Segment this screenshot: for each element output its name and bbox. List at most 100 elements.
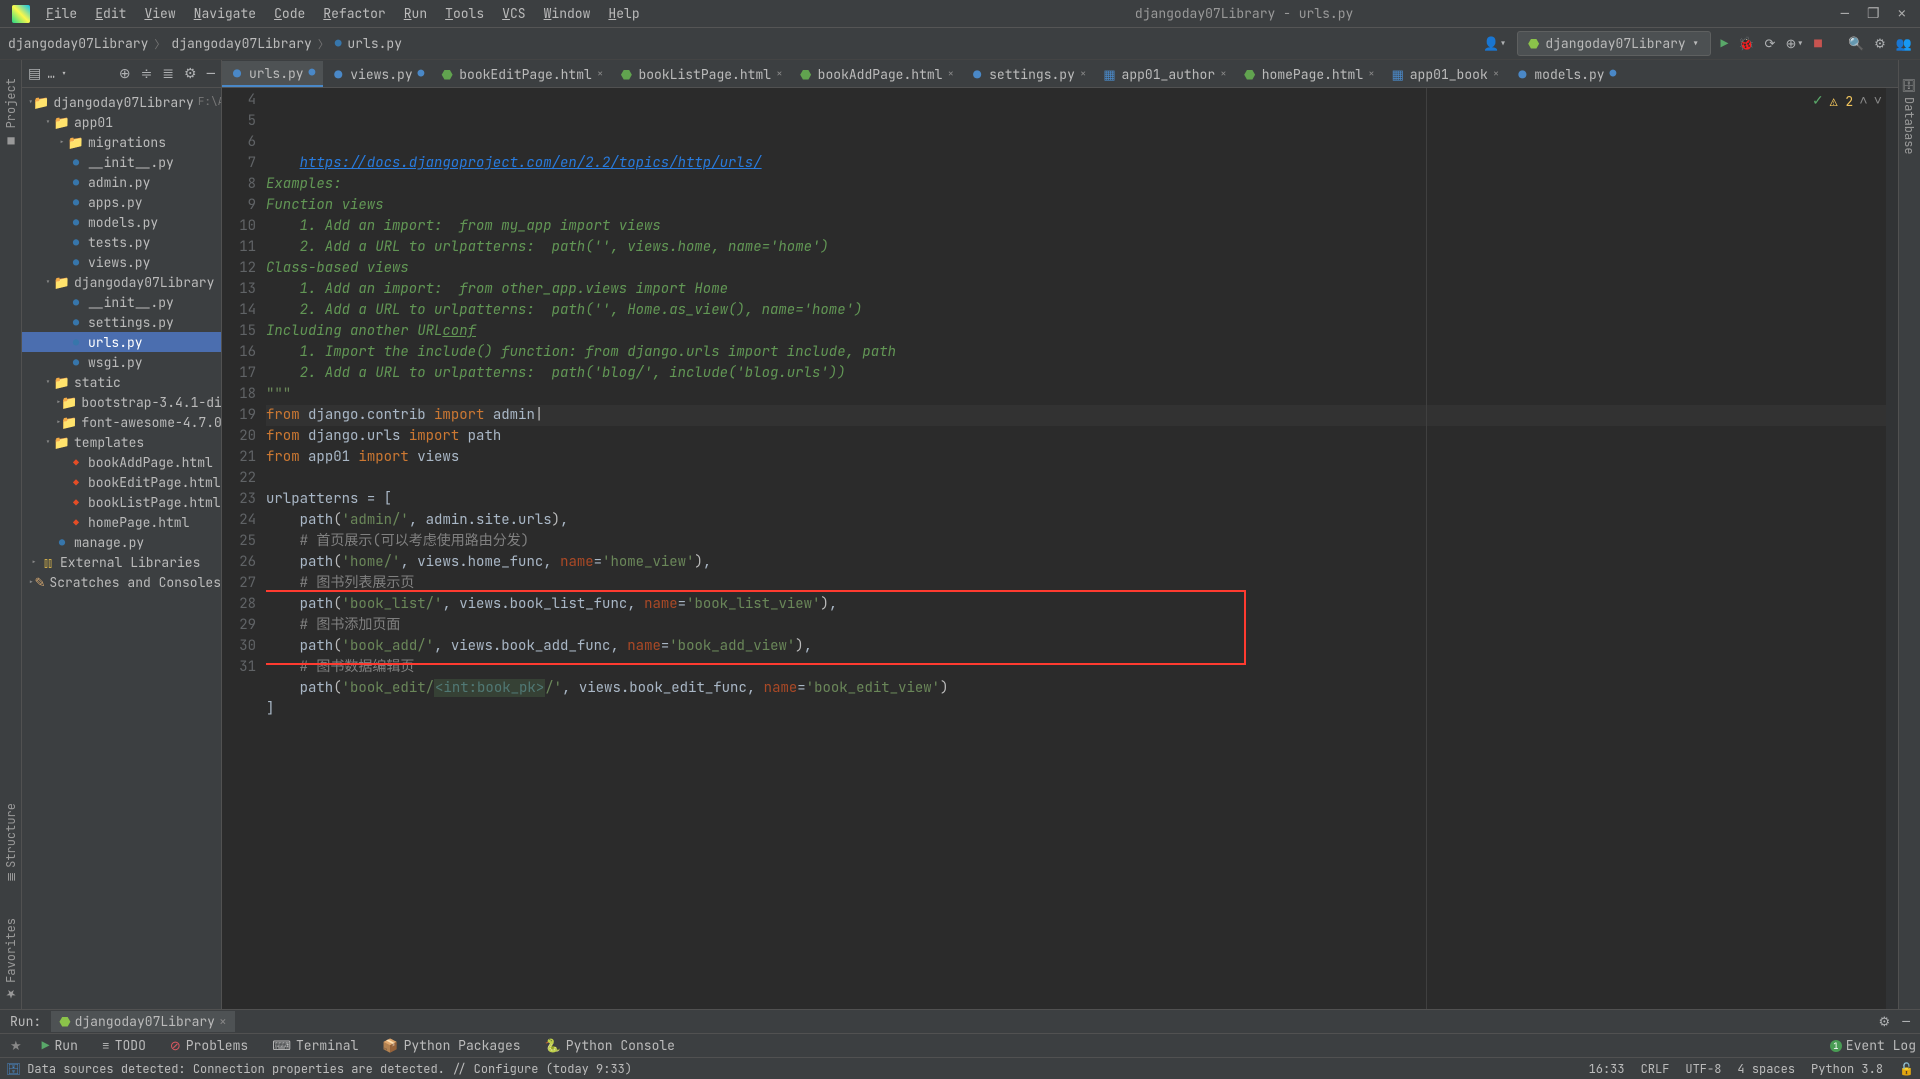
problems-tool-tab[interactable]: ⊘Problems bbox=[160, 1034, 258, 1057]
code-line-7[interactable]: 1. Add an import: from my_app import vie… bbox=[266, 216, 1886, 237]
tree-item-app01[interactable]: ▾📁app01 bbox=[22, 112, 221, 132]
code-line-22[interactable]: # 首页展示(可以考虑使用路由分发) bbox=[266, 531, 1886, 552]
tree-item-admin-py[interactable]: ●admin.py bbox=[22, 172, 221, 192]
project-tree[interactable]: ▾📁djangoday07LibraryF:\A▾📁app01▸📁migrati… bbox=[22, 88, 221, 596]
menu-vcs[interactable]: VCS bbox=[494, 1, 533, 26]
editor-scrollbar[interactable] bbox=[1886, 88, 1898, 1009]
run-button[interactable]: ▶ bbox=[1721, 35, 1729, 52]
structure-tool-tab[interactable]: ≣Structure bbox=[1, 795, 21, 890]
code-line-9[interactable]: Class-based views bbox=[266, 258, 1886, 279]
expand-icon[interactable]: ≑ bbox=[141, 65, 153, 83]
code-line-26[interactable]: # 图书添加页面 bbox=[266, 615, 1886, 636]
tab-bookeditpage-html[interactable]: ⬣bookEditPage.html× bbox=[432, 61, 611, 87]
code-line-14[interactable]: 2. Add a URL to urlpatterns: path('blog/… bbox=[266, 363, 1886, 384]
stop-button[interactable]: ■ bbox=[1814, 35, 1822, 52]
code-line-23[interactable]: path('home/', views.home_func, name='hom… bbox=[266, 552, 1886, 573]
profile-button[interactable]: ⊕▾ bbox=[1785, 35, 1804, 52]
menu-run[interactable]: Run bbox=[396, 1, 435, 26]
add-config-icon[interactable]: 👤▾ bbox=[1483, 35, 1507, 52]
tab-bookaddpage-html[interactable]: ⬣bookAddPage.html× bbox=[791, 61, 962, 87]
menu-code[interactable]: Code bbox=[266, 1, 313, 26]
code-line-12[interactable]: Including another URLconf bbox=[266, 321, 1886, 342]
tree-item-wsgi-py[interactable]: ●wsgi.py bbox=[22, 352, 221, 372]
tree-item-tests-py[interactable]: ●tests.py bbox=[22, 232, 221, 252]
close-icon[interactable]: × bbox=[1080, 67, 1087, 81]
debug-button[interactable]: 🐞 bbox=[1738, 35, 1754, 52]
tab-homepage-html[interactable]: ⬣homePage.html× bbox=[1235, 61, 1383, 87]
code-line-29[interactable]: path('book_edit/<int:book_pk>/', views.b… bbox=[266, 678, 1886, 699]
close-icon[interactable]: ● bbox=[1610, 67, 1617, 81]
code-line-30[interactable]: ] bbox=[266, 699, 1886, 720]
tab-app01-book[interactable]: ▦app01_book× bbox=[1383, 61, 1508, 87]
hide-icon[interactable]: — bbox=[1902, 1013, 1910, 1030]
breadcrumb-item[interactable]: djangoday07Library bbox=[171, 35, 311, 52]
tree-item-bookeditpage-html[interactable]: ◆bookEditPage.html bbox=[22, 472, 221, 492]
code-line-19[interactable] bbox=[266, 468, 1886, 489]
tab-app01-author[interactable]: ▦app01_author× bbox=[1095, 61, 1235, 87]
favorites-tool-tab[interactable]: ★Favorites bbox=[1, 910, 21, 1009]
python-console-tool-tab[interactable]: 🐍Python Console bbox=[535, 1034, 685, 1057]
readonly-lock-icon[interactable]: 🔓 bbox=[1899, 1061, 1914, 1077]
breadcrumb-item[interactable]: urls.py bbox=[347, 35, 402, 52]
code-line-20[interactable]: urlpatterns = [ bbox=[266, 489, 1886, 510]
editor-body[interactable]: 4567891011121314151617181920212223242526… bbox=[222, 88, 1898, 1009]
code-line-24[interactable]: # 图书列表展示页 bbox=[266, 573, 1886, 594]
collapse-icon[interactable]: ≣ bbox=[162, 65, 174, 83]
menu-window[interactable]: Window bbox=[536, 1, 599, 26]
menu-edit[interactable]: Edit bbox=[87, 1, 134, 26]
code-line-28[interactable]: # 图书数据编辑页 bbox=[266, 657, 1886, 678]
code-line-25[interactable]: path('book_list/', views.book_list_func,… bbox=[266, 594, 1886, 615]
maximize-icon[interactable]: ❐ bbox=[1867, 5, 1880, 23]
tree-item-models-py[interactable]: ●models.py bbox=[22, 212, 221, 232]
menu-navigate[interactable]: Navigate bbox=[186, 1, 264, 26]
breadcrumb-item[interactable]: djangoday07Library bbox=[8, 35, 148, 52]
run-tool-tab[interactable]: ▶Run bbox=[32, 1034, 88, 1057]
code-line-5[interactable]: Examples: bbox=[266, 174, 1886, 195]
chevron-down-icon[interactable]: ▾ bbox=[61, 67, 67, 80]
tab-views-py[interactable]: ●views.py● bbox=[323, 61, 432, 87]
menu-file[interactable]: File bbox=[38, 1, 85, 26]
coverage-button[interactable]: ⟳ bbox=[1765, 35, 1776, 52]
code-line-27[interactable]: path('book_add/', views.book_add_func, n… bbox=[266, 636, 1886, 657]
python-interpreter[interactable]: Python 3.8 bbox=[1811, 1061, 1883, 1077]
tree-item-bootstrap-3-4-1-dis[interactable]: ▸📁bootstrap-3.4.1-dis bbox=[22, 392, 221, 412]
tree-item-external-libraries[interactable]: ▸⫾⫾External Libraries bbox=[22, 552, 221, 572]
code-line-16[interactable]: from django.contrib import admin| bbox=[266, 405, 1886, 426]
minimize-icon[interactable]: — bbox=[1841, 5, 1849, 23]
code-line-10[interactable]: 1. Add an import: from other_app.views i… bbox=[266, 279, 1886, 300]
tree-item-static[interactable]: ▾📁static bbox=[22, 372, 221, 392]
code-area[interactable]: https://docs.djangoproject.com/en/2.2/to… bbox=[266, 88, 1886, 1009]
chevron-down-icon[interactable]: ˅ bbox=[1874, 92, 1882, 110]
tab-booklistpage-html[interactable]: ⬣bookListPage.html× bbox=[611, 61, 790, 87]
indent-setting[interactable]: 4 spaces bbox=[1737, 1061, 1795, 1077]
code-line-6[interactable]: Function views bbox=[266, 195, 1886, 216]
tree-item-djangoday07library[interactable]: ▾📁djangoday07Library bbox=[22, 272, 221, 292]
caret-position[interactable]: 16:33 bbox=[1589, 1061, 1625, 1077]
close-icon[interactable]: × bbox=[1220, 67, 1227, 81]
tree-item-migrations[interactable]: ▸📁migrations bbox=[22, 132, 221, 152]
python-packages-tool-tab[interactable]: 📦Python Packages bbox=[372, 1034, 530, 1057]
tree-item--init-py[interactable]: ●__init__.py bbox=[22, 292, 221, 312]
tree-item-settings-py[interactable]: ●settings.py bbox=[22, 312, 221, 332]
code-line-15[interactable]: """ bbox=[266, 384, 1886, 405]
tab-settings-py[interactable]: ●settings.py× bbox=[962, 61, 1094, 87]
close-icon[interactable]: × bbox=[597, 67, 604, 81]
tree-item-bookaddpage-html[interactable]: ◆bookAddPage.html bbox=[22, 452, 221, 472]
close-icon[interactable]: × bbox=[776, 67, 783, 81]
menu-refactor[interactable]: Refactor bbox=[315, 1, 393, 26]
close-icon[interactable]: × bbox=[947, 67, 954, 81]
tree-item-booklistpage-html[interactable]: ◆bookListPage.html bbox=[22, 492, 221, 512]
tab-urls-py[interactable]: ●urls.py● bbox=[222, 61, 323, 87]
search-icon[interactable]: 🔍 bbox=[1848, 35, 1864, 52]
gear-icon[interactable]: ⚙ bbox=[184, 65, 197, 83]
close-icon[interactable]: ✕ bbox=[1898, 5, 1906, 23]
tree-item-urls-py[interactable]: ●urls.py bbox=[22, 332, 221, 352]
settings-icon[interactable]: ⚙ bbox=[1874, 35, 1886, 52]
code-line-18[interactable]: from app01 import views bbox=[266, 447, 1886, 468]
project-tool-tab[interactable]: ■Project bbox=[1, 70, 21, 156]
close-icon[interactable]: ● bbox=[418, 67, 425, 81]
code-line-17[interactable]: from django.urls import path bbox=[266, 426, 1886, 447]
gear-icon[interactable]: ⚙ bbox=[1879, 1013, 1891, 1030]
menu-tools[interactable]: Tools bbox=[437, 1, 492, 26]
tree-item-homepage-html[interactable]: ◆homePage.html bbox=[22, 512, 221, 532]
